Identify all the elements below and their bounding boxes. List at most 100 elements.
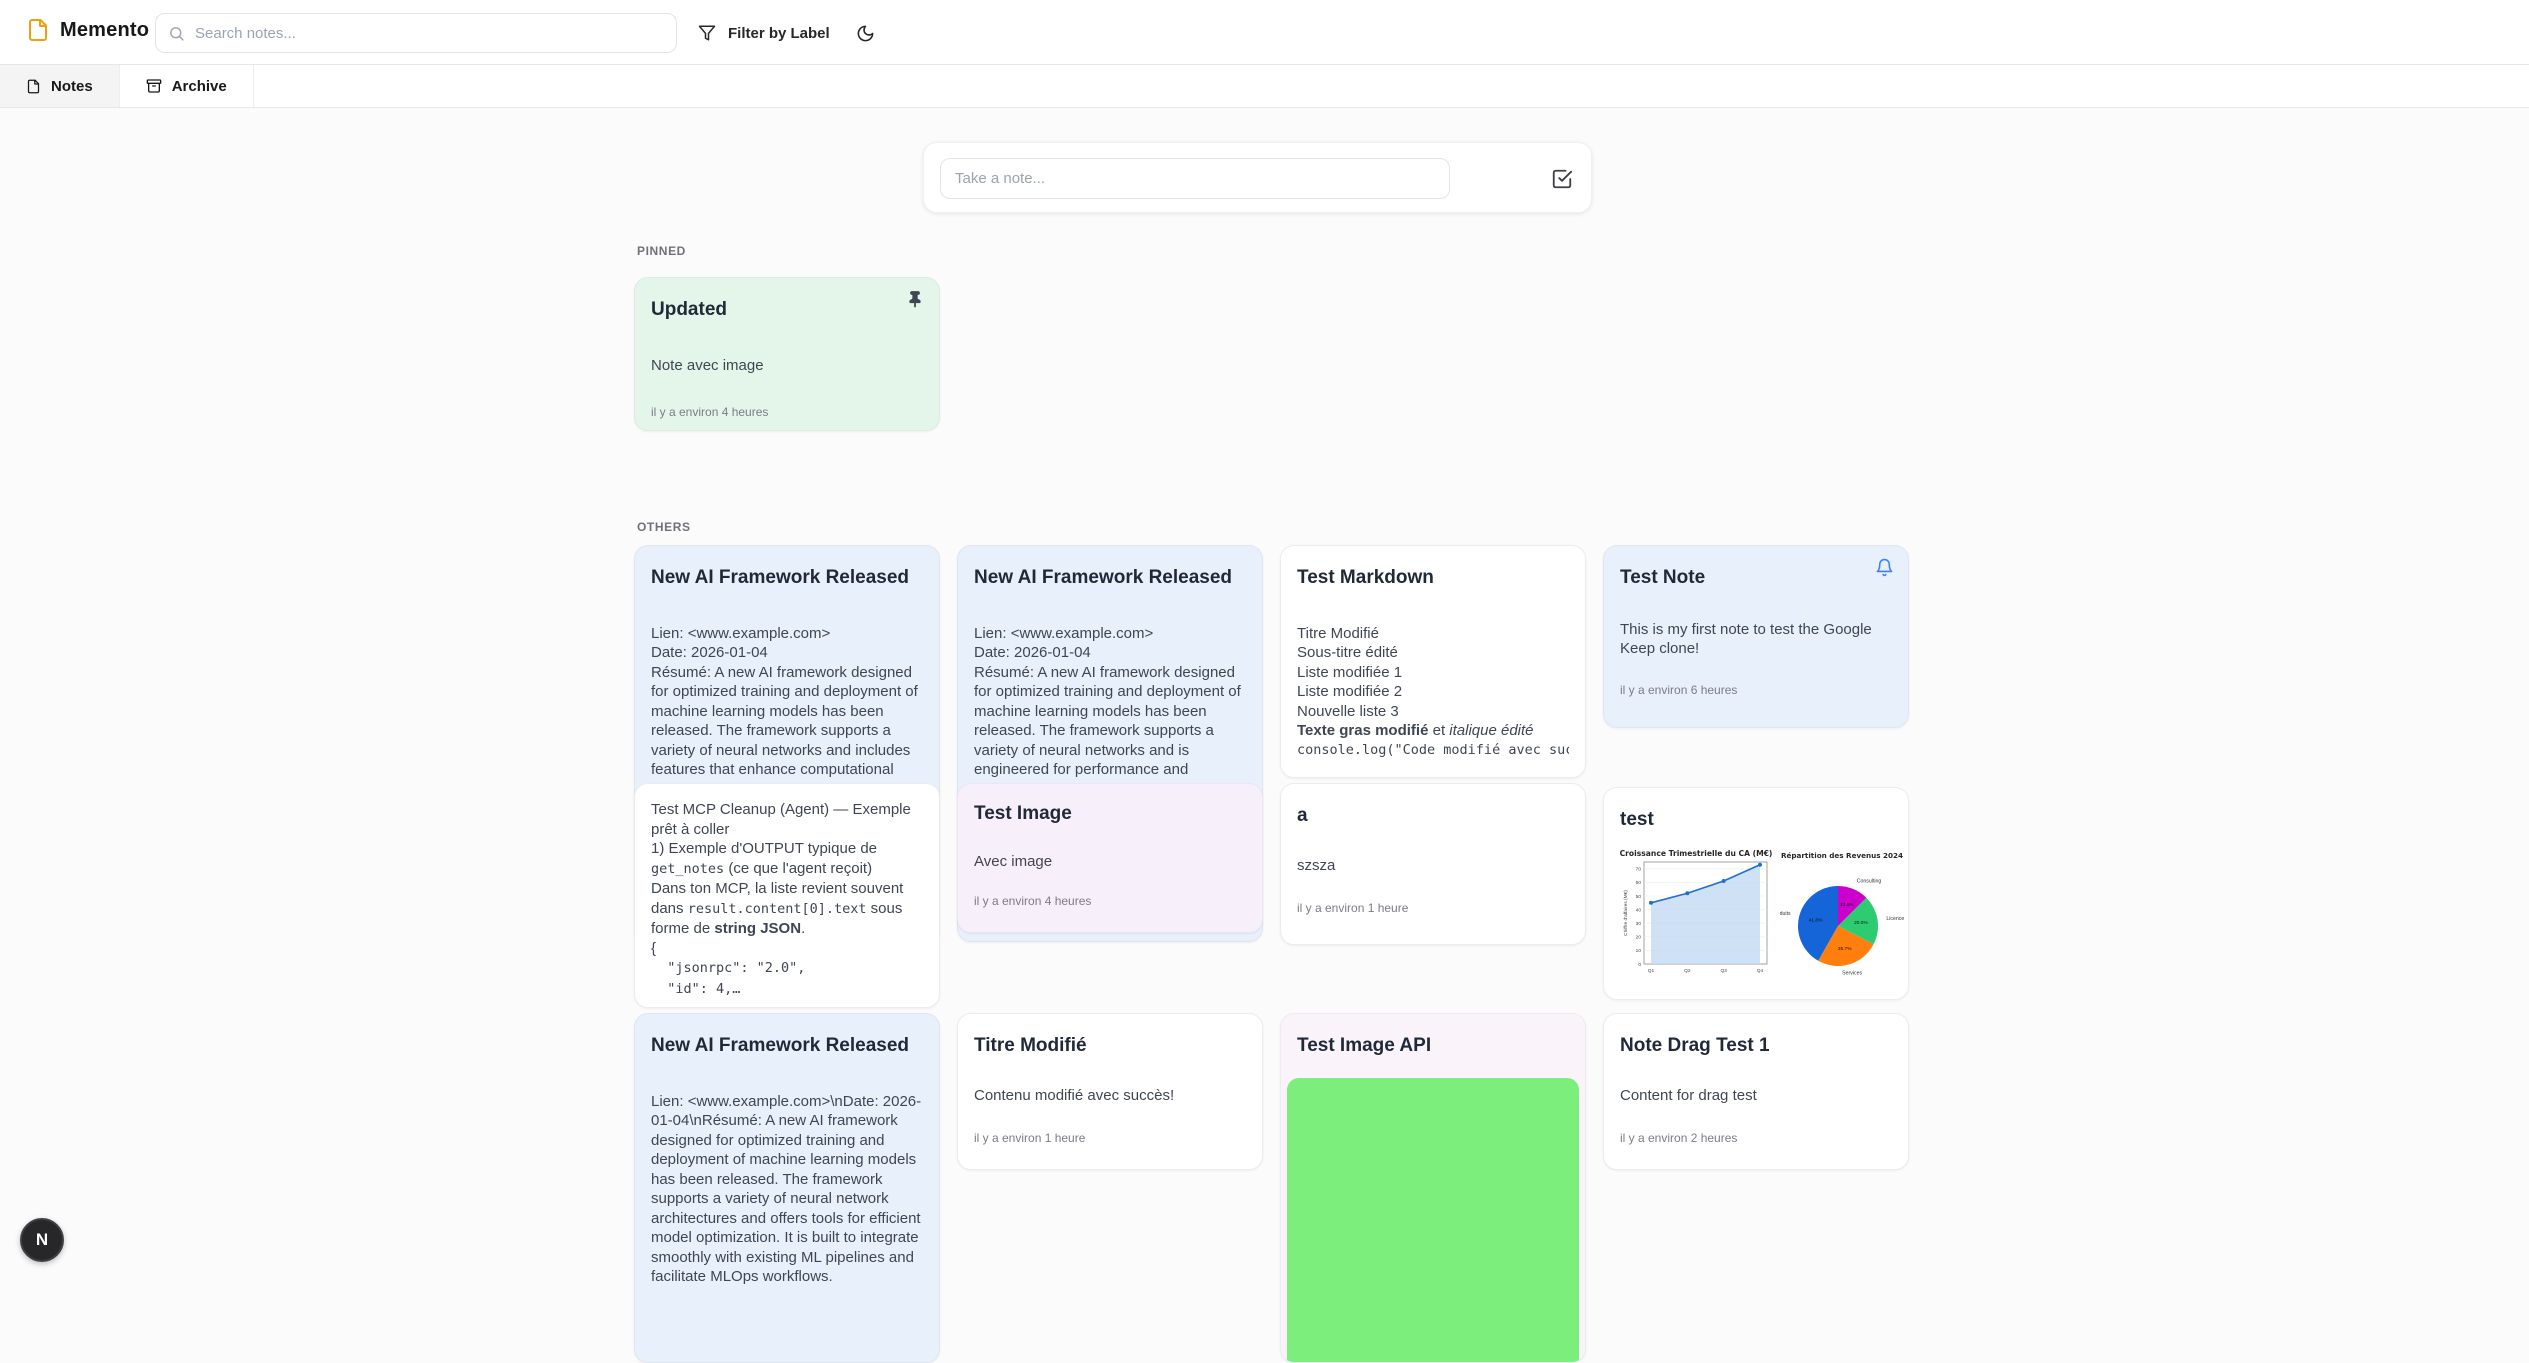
note-title: New AI Framework Released <box>651 1034 923 1058</box>
note-timestamp: il y a environ 2 heures <box>1620 1131 1892 1145</box>
tab-archive[interactable]: Archive <box>120 65 254 107</box>
app-logo: Memento <box>26 18 149 42</box>
svg-text:41.8%: 41.8% <box>1809 917 1823 923</box>
note-body: szsza <box>1297 856 1569 876</box>
search-bar[interactable] <box>155 13 677 53</box>
pin-icon[interactable] <box>906 290 926 310</box>
note-body: Avec image <box>974 852 1246 872</box>
inline-code: get_notes <box>651 861 724 877</box>
filter-by-label-text: Filter by Label <box>728 25 830 42</box>
svg-text:10: 10 <box>1636 948 1642 954</box>
note-title: Test Image <box>974 802 1246 826</box>
revenue-line-chart-image[interactable]: Croissance Trimestrielle du CA (M€) 0 10 20… <box>1620 846 1772 988</box>
tab-archive-label: Archive <box>172 78 227 95</box>
archive-icon <box>146 78 162 94</box>
others-section-label: OTHERS <box>637 520 691 534</box>
tab-notes-label: Notes <box>51 78 93 95</box>
svg-text:Q1: Q1 <box>1648 968 1655 974</box>
svg-text:Croissance Trimestrielle du CA: Croissance Trimestrielle du CA (M€) <box>1620 849 1772 858</box>
svg-text:Q3: Q3 <box>1720 968 1727 974</box>
note-body: Note avec image <box>651 356 923 376</box>
pinned-section-label: PINNED <box>637 244 686 258</box>
note-title: New AI Framework Released <box>651 566 923 590</box>
svg-text:20.0%: 20.0% <box>1854 920 1868 926</box>
svg-text:70: 70 <box>1636 866 1642 872</box>
check-square-icon <box>1551 168 1575 190</box>
note-card-test-note[interactable]: Test Note This is my first note to test … <box>1603 545 1909 728</box>
note-card-test-image-api[interactable]: Test Image API <box>1280 1013 1586 1363</box>
note-body: Titre Modifié Sous-titre édité Liste mod… <box>1297 624 1569 761</box>
note-body: Lien: <www.example.com>\nDate: 2026-01-0… <box>651 1092 923 1287</box>
svg-text:50: 50 <box>1636 894 1642 900</box>
code-block: console.log("Code modifié avec succès") <box>1297 741 1569 761</box>
note-timestamp: il y a environ 6 heures <box>1620 683 1892 697</box>
note-card-drag-test[interactable]: Note Drag Test 1 Content for drag test i… <box>1603 1013 1909 1170</box>
note-card-ai-framework-3[interactable]: New AI Framework Released Lien: <www.exa… <box>634 1013 940 1363</box>
take-a-note-input[interactable] <box>940 158 1450 199</box>
svg-text:20: 20 <box>1636 934 1642 940</box>
note-title: Test Markdown <box>1297 566 1569 590</box>
note-title: Titre Modifié <box>974 1034 1246 1058</box>
svg-text:Consulting: Consulting <box>1857 878 1882 884</box>
note-image-green <box>1287 1078 1579 1363</box>
app-header: Memento Filter by Label <box>0 0 2529 65</box>
revenue-pie-chart-image[interactable]: Répartition des Revenus 2024 41.8% Produit… <box>1780 846 1904 988</box>
note-body: Content for drag test <box>1620 1086 1892 1106</box>
note-card-test-image[interactable]: Test Image Avec image il y a environ 4 h… <box>957 783 1263 933</box>
inline-code: result.content[0].text <box>688 901 867 917</box>
note-title: Test Image API <box>1297 1034 1569 1058</box>
moon-icon <box>856 24 875 43</box>
reminder-bell-icon[interactable] <box>1875 558 1895 578</box>
app-title: Memento <box>60 19 149 42</box>
note-card-test-charts[interactable]: test Croissance Trimestrielle du CA (M€)… <box>1603 787 1909 1000</box>
svg-text:40: 40 <box>1636 907 1642 913</box>
tab-notes[interactable]: Notes <box>0 65 120 107</box>
note-attachments: Croissance Trimestrielle du CA (M€) 0 10 20… <box>1620 846 1892 988</box>
svg-text:Q4: Q4 <box>1757 968 1764 974</box>
take-a-note-card <box>923 142 1592 213</box>
note-title: Updated <box>651 298 923 322</box>
svg-text:60: 60 <box>1636 880 1642 886</box>
note-title: Note Drag Test 1 <box>1620 1034 1892 1058</box>
note-card-updated[interactable]: Updated Note avec image il y a environ 4… <box>634 277 940 431</box>
dark-mode-toggle[interactable] <box>850 18 880 48</box>
note-body: Test MCP Cleanup (Agent) — Exemple prêt … <box>651 800 923 999</box>
note-title: a <box>1297 804 1569 828</box>
search-icon <box>168 25 185 42</box>
note-timestamp: il y a environ 4 heures <box>974 894 1246 908</box>
svg-text:Licences: Licences <box>1886 916 1904 922</box>
note-card-test-markdown[interactable]: Test Markdown Titre Modifié Sous-titre é… <box>1280 545 1586 778</box>
svg-text:0: 0 <box>1638 962 1641 968</box>
note-card-mcp-cleanup[interactable]: Test MCP Cleanup (Agent) — Exemple prêt … <box>634 783 940 1008</box>
note-body: Lien: <www.example.com> Date: 2026-01-04… <box>651 624 923 800</box>
svg-text:Chiffre d'affaires (M€): Chiffre d'affaires (M€) <box>1623 889 1629 935</box>
svg-text:Services: Services <box>1842 970 1862 976</box>
note-body: Contenu modifié avec succès! <box>974 1086 1246 1106</box>
note-card-a[interactable]: a szsza il y a environ 1 heure <box>1280 783 1586 945</box>
funnel-icon <box>698 24 716 42</box>
note-body: Lien: <www.example.com> Date: 2026-01-04… <box>974 624 1246 800</box>
view-tabs: Notes Archive <box>0 65 2529 108</box>
filter-by-label-button[interactable]: Filter by Label <box>692 16 836 50</box>
svg-text:12.5%: 12.5% <box>1840 902 1854 908</box>
note-card-titre-modifie[interactable]: Titre Modifié Contenu modifié avec succè… <box>957 1013 1263 1170</box>
note-timestamp: il y a environ 1 heure <box>1297 901 1569 915</box>
note-file-icon <box>26 79 41 94</box>
svg-text:30: 30 <box>1636 921 1642 927</box>
note-title: Test Note <box>1620 566 1892 590</box>
code-block: "jsonrpc": "2.0", "id": 4,… <box>651 960 805 997</box>
user-avatar[interactable]: N <box>20 1218 64 1262</box>
checklist-button[interactable] <box>1551 167 1575 191</box>
note-title: test <box>1620 808 1892 832</box>
note-file-icon <box>26 18 50 42</box>
note-title: New AI Framework Released <box>974 566 1246 590</box>
note-timestamp: il y a environ 4 heures <box>651 405 923 419</box>
svg-text:Répartition des Revenus 2024: Répartition des Revenus 2024 <box>1781 851 1903 860</box>
search-input[interactable] <box>195 25 664 42</box>
svg-text:Produits: Produits <box>1780 911 1791 917</box>
svg-text:25.7%: 25.7% <box>1838 946 1852 952</box>
note-timestamp: il y a environ 1 heure <box>974 1131 1246 1145</box>
note-body: This is my first note to test the Google… <box>1620 620 1892 659</box>
avatar-initial: N <box>36 1230 48 1250</box>
svg-text:Q2: Q2 <box>1684 968 1691 974</box>
